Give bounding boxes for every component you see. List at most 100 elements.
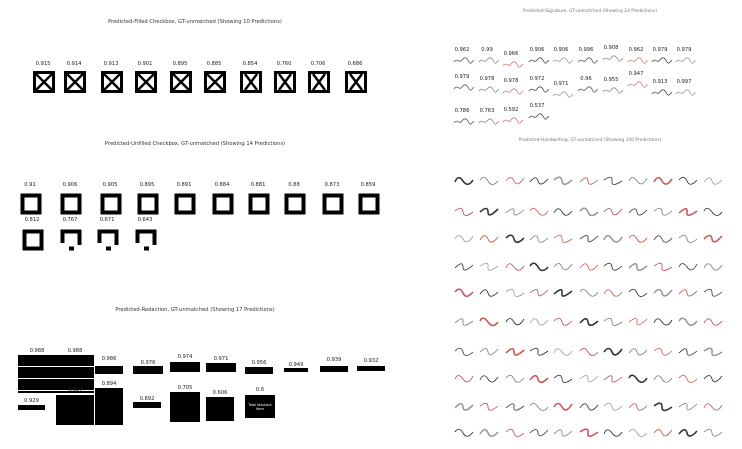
signature-thumb xyxy=(577,85,599,94)
redaction-thumb xyxy=(133,366,163,374)
filled-checkbox-thumb xyxy=(308,71,330,93)
redaction-thumb xyxy=(56,395,94,425)
signature-thumb xyxy=(528,85,550,94)
handwriting-thumb xyxy=(504,172,526,188)
handwriting-thumb xyxy=(578,313,600,329)
signature-thumb xyxy=(502,87,524,96)
handwriting-thumb xyxy=(453,203,475,219)
unfilled-checkbox-thumb xyxy=(20,193,42,215)
signature-thumb xyxy=(602,54,624,63)
unfilled-checkbox-thumb xyxy=(100,193,122,215)
handwriting-thumb xyxy=(552,398,574,414)
handwriting-thumb xyxy=(528,313,550,329)
handwriting-thumb xyxy=(652,203,674,219)
unfilled-score-label: 0.91 xyxy=(24,182,36,188)
filled-checkbox-thumb xyxy=(274,71,296,93)
handwriting-thumb xyxy=(478,424,500,440)
redaction-thumb xyxy=(18,405,45,410)
signature-score-label: 0.962 xyxy=(628,47,644,53)
signature-thumb xyxy=(453,117,475,126)
filled-panel-title: Predicted-Filled Checkbox, GT-unmatched … xyxy=(108,19,282,25)
handwriting-panel-title: Predicted-Handwriting, GT-unmatched (Sho… xyxy=(518,138,662,143)
handwriting-thumb xyxy=(677,284,699,300)
signature-thumb xyxy=(478,117,500,126)
handwriting-thumb xyxy=(627,424,649,440)
unfilled-score-label: 0.873 xyxy=(324,182,340,188)
handwriting-thumb xyxy=(478,258,500,274)
signature-score-label: 0.962 xyxy=(454,47,470,53)
redaction-thumb xyxy=(170,362,200,372)
handwriting-thumb xyxy=(677,424,699,440)
filled-score-label: 0.895 xyxy=(172,61,188,67)
handwriting-thumb xyxy=(702,343,724,359)
signature-thumb xyxy=(627,80,649,89)
redaction-thumb xyxy=(95,366,123,374)
filled-checkbox-thumb xyxy=(64,71,86,93)
filled-score-label: 0.914 xyxy=(66,61,82,67)
handwriting-thumb xyxy=(478,370,500,386)
signature-score-label: 0.979 xyxy=(652,47,668,53)
handwriting-thumb xyxy=(578,424,600,440)
unfilled-score-label: 0.643 xyxy=(137,217,153,223)
filled-checkbox-thumb xyxy=(135,71,157,93)
signature-score-label: 0.786 xyxy=(454,108,470,114)
unfilled-score-label: 0.881 xyxy=(250,182,266,188)
handwriting-thumb xyxy=(677,370,699,386)
filled-score-label: 0.915 xyxy=(35,61,51,67)
handwriting-thumb xyxy=(552,258,574,274)
handwriting-thumb xyxy=(528,230,550,246)
handwriting-thumb xyxy=(702,172,724,188)
redaction-score-label: 0.974 xyxy=(177,354,193,360)
unfilled-checkbox-thumb xyxy=(174,193,196,215)
signature-score-label: 0.972 xyxy=(529,76,545,82)
handwriting-thumb xyxy=(602,203,624,219)
unfilled-checkbox-thumb xyxy=(212,193,234,215)
handwriting-thumb xyxy=(552,284,574,300)
unfilled-score-label: 0.859 xyxy=(360,182,376,188)
signature-score-label: 0.99 xyxy=(481,47,493,53)
filled-score-label: 0.686 xyxy=(347,61,363,67)
handwriting-thumb xyxy=(504,203,526,219)
unfilled-checkbox-thumb xyxy=(97,229,119,251)
handwriting-thumb xyxy=(478,398,500,414)
handwriting-thumb xyxy=(627,284,649,300)
handwriting-thumb xyxy=(627,203,649,219)
filled-checkbox-thumb xyxy=(345,71,367,93)
signature-thumb xyxy=(552,90,574,99)
unfilled-checkbox-thumb xyxy=(137,193,159,215)
handwriting-thumb xyxy=(453,258,475,274)
redaction-score-label: 0.986 xyxy=(101,356,117,362)
signature-thumb xyxy=(602,86,624,95)
handwriting-thumb xyxy=(627,313,649,329)
handwriting-thumb xyxy=(702,398,724,414)
handwriting-thumb xyxy=(478,230,500,246)
handwriting-thumb xyxy=(453,343,475,359)
signature-score-label: 0.996 xyxy=(578,47,594,53)
signature-score-label: 0.908 xyxy=(603,45,619,51)
handwriting-thumb xyxy=(602,343,624,359)
unfilled-checkbox-thumb xyxy=(248,193,270,215)
signature-score-label: 0.763 xyxy=(479,108,495,114)
redaction-thumb xyxy=(245,367,273,374)
signature-score-label: 0.913 xyxy=(652,79,668,85)
redaction-score-label: 0.929 xyxy=(24,398,39,404)
handwriting-thumb xyxy=(652,172,674,188)
filled-score-label: 0.760 xyxy=(276,61,292,67)
filled-score-label: 0.885 xyxy=(206,61,222,67)
unfilled-checkbox-thumb xyxy=(135,229,157,251)
redaction-thumb xyxy=(320,366,348,372)
redaction-score-label: 0.6 xyxy=(255,387,265,393)
signature-thumb xyxy=(627,56,649,65)
redaction-score-label: 0.939 xyxy=(326,357,342,363)
handwriting-thumb xyxy=(677,343,699,359)
signature-thumb xyxy=(651,88,673,97)
handwriting-thumb xyxy=(578,258,600,274)
handwriting-thumb xyxy=(504,424,526,440)
handwriting-thumb xyxy=(578,343,600,359)
unfilled-checkbox-thumb xyxy=(284,193,306,215)
handwriting-thumb xyxy=(702,284,724,300)
handwriting-thumb xyxy=(528,172,550,188)
signature-thumb xyxy=(528,112,550,121)
handwriting-thumb xyxy=(504,370,526,386)
redaction-score-label: 0.705 xyxy=(177,385,193,391)
